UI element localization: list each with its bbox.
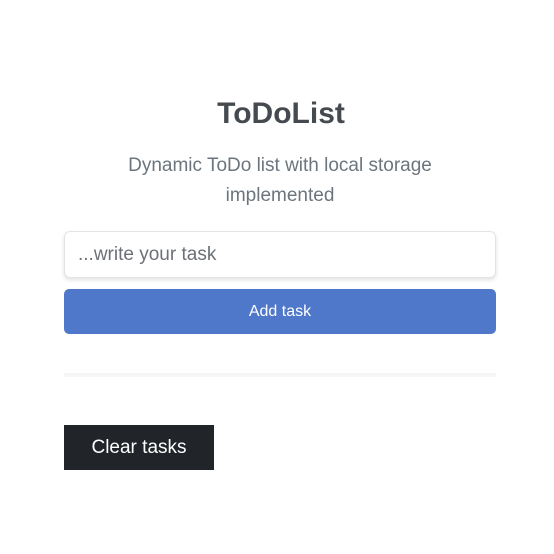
task-input[interactable] bbox=[64, 231, 496, 278]
page-title: ToDoList bbox=[217, 97, 345, 130]
todo-app: ToDoList Dynamic ToDo list with local st… bbox=[0, 0, 554, 554]
add-task-button[interactable]: Add task bbox=[64, 289, 496, 334]
list-divider bbox=[64, 373, 496, 377]
clear-tasks-button[interactable]: Clear tasks bbox=[64, 425, 214, 470]
page-subtitle: Dynamic ToDo list with local storage imp… bbox=[128, 155, 432, 206]
